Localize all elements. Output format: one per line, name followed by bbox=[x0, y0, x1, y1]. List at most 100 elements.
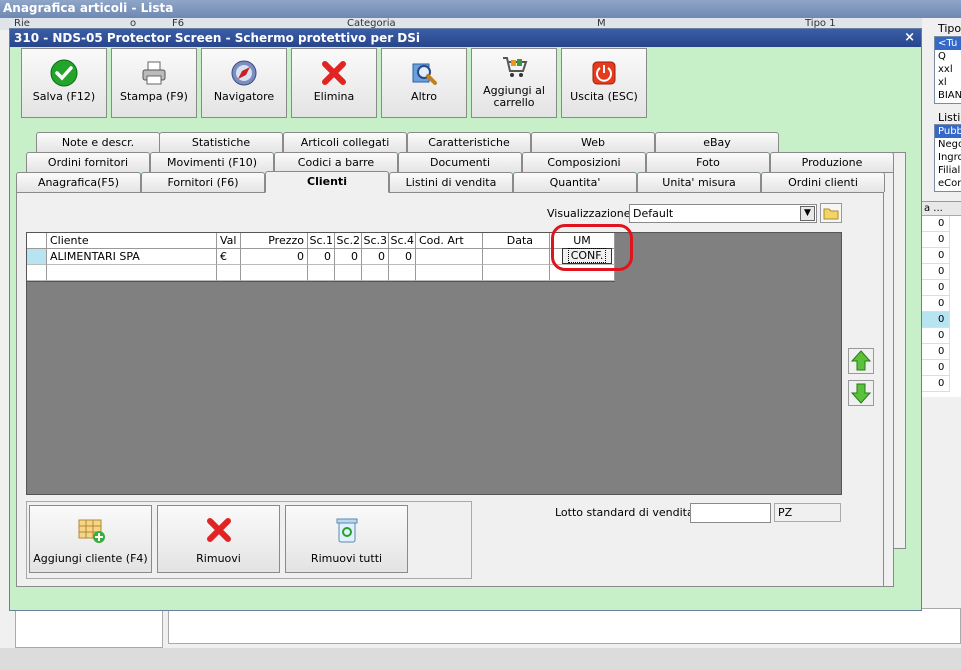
bg-grid-cell[interactable]: 0 bbox=[922, 280, 950, 296]
cell-sc3[interactable]: 0 bbox=[362, 249, 389, 265]
empty-cell[interactable] bbox=[389, 265, 416, 281]
tab-foto[interactable]: Foto bbox=[646, 152, 770, 172]
tab-quantita[interactable]: Quantita' bbox=[513, 172, 637, 192]
other-button-label: Altro bbox=[411, 90, 437, 103]
print-button[interactable]: Stampa (F9) bbox=[111, 48, 197, 118]
tab-codici-a-barre[interactable]: Codici a barre bbox=[274, 152, 398, 172]
bg-grid-cell[interactable]: 0 bbox=[922, 264, 950, 280]
bg-grid-cell[interactable]: 0 bbox=[922, 248, 950, 264]
grid-col-val[interactable]: Val bbox=[217, 233, 241, 248]
tab-ordini-clienti[interactable]: Ordini clienti bbox=[761, 172, 885, 192]
exit-button[interactable]: Uscita (ESC) bbox=[561, 48, 647, 118]
tab-unita-misura[interactable]: Unita' misura bbox=[637, 172, 761, 192]
bg-grid-cell[interactable]: 0 bbox=[922, 344, 950, 360]
tab-ebay[interactable]: eBay bbox=[655, 132, 779, 152]
save-button[interactable]: Salva (F12) bbox=[21, 48, 107, 118]
tab-composizioni[interactable]: Composizioni bbox=[522, 152, 646, 172]
listini-item[interactable]: Filial bbox=[935, 164, 961, 177]
grid-col-sc2[interactable]: Sc.2 bbox=[335, 233, 362, 248]
bg-grid-cell[interactable]: 0 bbox=[922, 360, 950, 376]
empty-cell[interactable] bbox=[241, 265, 308, 281]
clienti-grid[interactable]: Cliente Val Prezzo Sc.1 Sc.2 Sc.3 Sc.4 C… bbox=[26, 232, 842, 495]
bg-grid-cell[interactable]: 0 bbox=[922, 376, 950, 392]
add-to-cart-button[interactable]: Aggiungi al carrello bbox=[471, 48, 557, 118]
close-icon[interactable]: × bbox=[904, 30, 915, 45]
cell-sc1[interactable]: 0 bbox=[308, 249, 335, 265]
cell-sc2[interactable]: 0 bbox=[335, 249, 362, 265]
cell-prezzo[interactable]: 0 bbox=[241, 249, 308, 265]
grid-col-cod-art[interactable]: Cod. Art bbox=[416, 233, 483, 248]
tipo-item[interactable]: xl bbox=[935, 76, 961, 89]
add-customer-label: Aggiungi cliente (F4) bbox=[33, 552, 148, 565]
bg-grid-cell[interactable]: 0 bbox=[922, 216, 950, 232]
compass-icon bbox=[231, 60, 257, 86]
tipo-item[interactable]: BIAN bbox=[935, 89, 961, 102]
tab-articoli-collegati[interactable]: Articoli collegati bbox=[283, 132, 407, 152]
tab-fornitori[interactable]: Fornitori (F6) bbox=[141, 172, 265, 192]
cell-val[interactable]: € bbox=[217, 249, 241, 265]
bg-grid-cell[interactable]: 0 bbox=[922, 296, 950, 312]
grid-col-data[interactable]: Data bbox=[483, 233, 550, 248]
empty-cell[interactable] bbox=[217, 265, 241, 281]
tab-web[interactable]: Web bbox=[531, 132, 655, 152]
delete-button[interactable]: Elimina bbox=[291, 48, 377, 118]
tab-caratteristiche[interactable]: Caratteristiche bbox=[407, 132, 531, 152]
grid-col-sc1[interactable]: Sc.1 bbox=[308, 233, 335, 248]
row-selector[interactable] bbox=[27, 265, 47, 281]
grid-col-sc4[interactable]: Sc.4 bbox=[389, 233, 416, 248]
cell-data[interactable] bbox=[483, 249, 550, 265]
empty-cell[interactable] bbox=[362, 265, 389, 281]
bg-grid-cell[interactable]: 0 bbox=[922, 328, 950, 344]
listini-item[interactable]: Pubb bbox=[935, 125, 961, 138]
cell-cliente[interactable]: ALIMENTARI SPA bbox=[47, 249, 217, 265]
listini-item[interactable]: eCon bbox=[935, 177, 961, 190]
remove-button[interactable]: Rimuovi bbox=[157, 505, 280, 573]
cell-cod-art[interactable] bbox=[416, 249, 483, 265]
empty-cell[interactable] bbox=[416, 265, 483, 281]
tab-anagrafica[interactable]: Anagrafica(F5) bbox=[16, 172, 141, 192]
cell-sc4[interactable]: 0 bbox=[389, 249, 416, 265]
tab-movimenti[interactable]: Movimenti (F10) bbox=[150, 152, 274, 172]
tab-produzione[interactable]: Produzione bbox=[770, 152, 894, 172]
tipo-list[interactable]: <Tu Q xxl xl BIAN bbox=[934, 36, 961, 104]
empty-cell[interactable] bbox=[47, 265, 217, 281]
bg-grid-cell[interactable]: 0 bbox=[922, 232, 950, 248]
folder-button[interactable] bbox=[820, 203, 842, 223]
grid-col-selector[interactable] bbox=[27, 233, 47, 248]
lotto-input[interactable] bbox=[690, 503, 771, 523]
add-customer-button[interactable]: Aggiungi cliente (F4) bbox=[29, 505, 152, 573]
grid-col-prezzo[interactable]: Prezzo bbox=[241, 233, 308, 248]
other-button[interactable]: Altro bbox=[381, 48, 467, 118]
arrow-down-icon bbox=[850, 383, 872, 404]
tipo-item[interactable]: <Tu bbox=[935, 37, 961, 50]
move-down-button[interactable] bbox=[848, 380, 874, 406]
tipo-item[interactable]: xxl bbox=[935, 63, 961, 76]
folder-icon bbox=[823, 208, 839, 220]
tab-note-descr[interactable]: Note e descr. bbox=[36, 132, 160, 152]
tab-listini-di-vendita[interactable]: Listini di vendita bbox=[389, 172, 513, 192]
tab-ordini-fornitori[interactable]: Ordini fornitori bbox=[26, 152, 150, 172]
empty-cell[interactable] bbox=[483, 265, 550, 281]
row-selector[interactable] bbox=[27, 249, 47, 265]
remove-all-button[interactable]: Rimuovi tutti bbox=[285, 505, 408, 573]
visualizzazione-select[interactable]: Default ▼ bbox=[629, 204, 817, 223]
bg-grid-cell[interactable]: 0 bbox=[922, 312, 950, 328]
listini-item[interactable]: Nego bbox=[935, 138, 961, 151]
listini-list[interactable]: Pubb Nego Ingro Filial eCon bbox=[934, 124, 961, 192]
empty-cell[interactable] bbox=[335, 265, 362, 281]
visualizzazione-value: Default bbox=[633, 207, 674, 220]
bg-grid-header[interactable]: a ... bbox=[922, 202, 961, 216]
listini-item[interactable]: Ingro bbox=[935, 151, 961, 164]
grid-col-cliente[interactable]: Cliente bbox=[47, 233, 217, 248]
grid-header: Cliente Val Prezzo Sc.1 Sc.2 Sc.3 Sc.4 C… bbox=[27, 233, 615, 249]
printer-icon bbox=[142, 61, 166, 85]
tab-clienti[interactable]: Clienti bbox=[265, 171, 389, 193]
tipo-item[interactable]: Q bbox=[935, 50, 961, 63]
empty-cell[interactable] bbox=[308, 265, 335, 281]
grid-col-sc3[interactable]: Sc.3 bbox=[362, 233, 389, 248]
tab-statistiche[interactable]: Statistiche bbox=[159, 132, 283, 152]
chevron-down-icon[interactable]: ▼ bbox=[800, 206, 815, 221]
navigator-button[interactable]: Navigatore bbox=[201, 48, 287, 118]
move-up-button[interactable] bbox=[848, 348, 874, 374]
tab-documenti[interactable]: Documenti bbox=[398, 152, 522, 172]
